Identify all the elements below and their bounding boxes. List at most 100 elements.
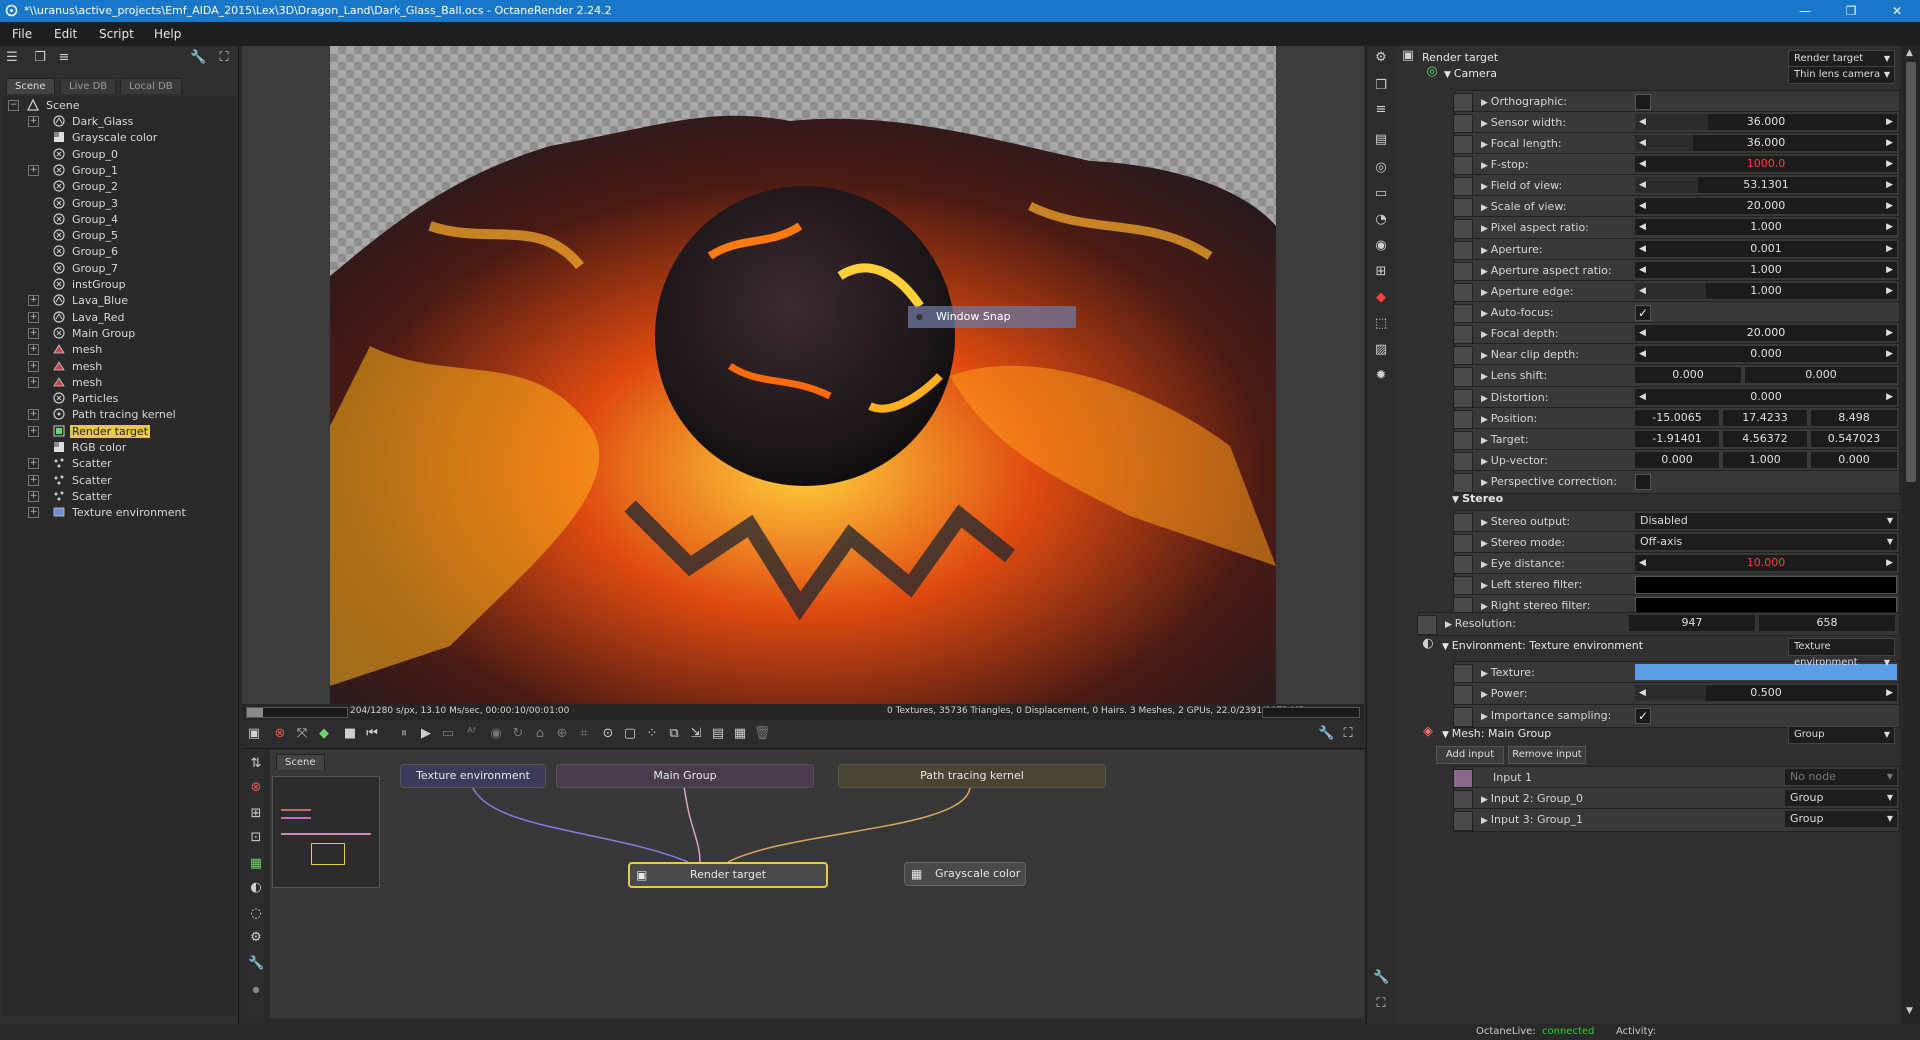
- arrow-right-icon[interactable]: ▶: [1886, 135, 1893, 151]
- mesh-type-dropdown[interactable]: Group ▼: [1788, 726, 1895, 744]
- screen-icon[interactable]: ▭: [440, 726, 456, 742]
- focal-length-pin-icon[interactable]: [1453, 135, 1473, 155]
- arrow-right-icon[interactable]: ▶: [1886, 198, 1893, 214]
- expand-toggle-icon[interactable]: +: [28, 376, 39, 388]
- fstop-pin-icon[interactable]: [1453, 156, 1473, 176]
- perspective-checkbox[interactable]: [1635, 474, 1651, 490]
- arrow-right-icon[interactable]: ▶: [1886, 262, 1893, 278]
- dots-icon[interactable]: ⁘: [644, 726, 660, 742]
- pause-icon[interactable]: ⏸: [396, 726, 412, 742]
- eye-distance-pin-icon[interactable]: [1453, 555, 1473, 575]
- focal-depth-pin-icon[interactable]: [1453, 325, 1473, 345]
- arrange-icon[interactable]: ⇅: [248, 756, 264, 772]
- arrow-right-icon[interactable]: ▶: [1886, 555, 1893, 571]
- monitor-icon[interactable]: ▭: [1373, 186, 1389, 202]
- environment-type-dropdown[interactable]: Texture environment ▼: [1788, 638, 1895, 668]
- maximize-button[interactable]: ❐: [1828, 0, 1874, 22]
- lens-shift-x-field[interactable]: 0.000: [1635, 367, 1741, 383]
- pixel-aspect-pin-icon[interactable]: [1453, 219, 1473, 239]
- zoom-icon[interactable]: ⊙: [600, 726, 616, 742]
- delete-node-icon[interactable]: ⊗: [248, 780, 264, 796]
- arrow-right-icon[interactable]: ▶: [1886, 177, 1893, 193]
- zoom-region-icon[interactable]: ⤧: [294, 726, 310, 742]
- orthographic-pin-icon[interactable]: [1453, 93, 1473, 113]
- render-viewport[interactable]: ● Window Snap: [242, 46, 1364, 704]
- autofocus-checkbox[interactable]: ✓: [1635, 305, 1651, 321]
- stereo-section-header[interactable]: ▼ Stereo: [1452, 492, 1503, 512]
- geometry-icon[interactable]: ◔: [1373, 212, 1389, 228]
- geometry-node-icon[interactable]: ◌: [248, 906, 264, 922]
- af-icon[interactable]: ᴬᶠ: [464, 726, 480, 742]
- export-icon[interactable]: ⇲: [688, 726, 704, 742]
- close-button[interactable]: ✕: [1874, 0, 1920, 22]
- wrench-icon[interactable]: 🔧: [1318, 726, 1334, 742]
- camera-section-header[interactable]: ▼ Camera: [1444, 67, 1497, 87]
- render-region-icon[interactable]: ⊗: [272, 726, 288, 742]
- eye-distance-slider[interactable]: ◀ 10.000 ▶: [1635, 555, 1897, 571]
- expand-toggle-icon[interactable]: +: [28, 425, 39, 437]
- aperture-edge-slider[interactable]: ◀ 1.000 ▶: [1635, 283, 1897, 299]
- expand-toggle-icon[interactable]: +: [28, 409, 39, 421]
- fit-icon[interactable]: ⊡: [248, 830, 264, 846]
- input2-dropdown[interactable]: Group ▼: [1785, 790, 1897, 806]
- aperture-aspect-slider[interactable]: ◀ 1.000 ▶: [1635, 262, 1897, 278]
- input3-dropdown[interactable]: Group ▼: [1785, 811, 1897, 827]
- aperture-pin-icon[interactable]: [1453, 241, 1473, 261]
- collapse-icon[interactable]: ≡: [1373, 102, 1389, 118]
- texture-node-icon[interactable]: ▦: [248, 856, 264, 872]
- fullscreen-icon[interactable]: ⛶: [216, 50, 232, 66]
- left-filter-pin-icon[interactable]: [1453, 576, 1473, 596]
- target-x-field[interactable]: -1.91401: [1635, 431, 1719, 447]
- aperture-aspect-pin-icon[interactable]: [1453, 262, 1473, 282]
- pixel-aspect-slider[interactable]: ◀ 1.000 ▶: [1635, 219, 1897, 235]
- target-pin-icon[interactable]: [1453, 431, 1473, 451]
- input2-pin-icon[interactable]: [1453, 790, 1473, 810]
- window-snap-tooltip[interactable]: ● Window Snap: [908, 306, 1076, 328]
- position-pin-icon[interactable]: [1453, 410, 1473, 430]
- tab-scene[interactable]: Scene: [6, 78, 55, 94]
- expand-toggle-icon[interactable]: +: [28, 327, 39, 339]
- expand-toggle-icon[interactable]: +: [28, 474, 39, 486]
- kernel-node-icon[interactable]: ⚙: [248, 930, 264, 946]
- list-view-icon[interactable]: ☰: [4, 50, 20, 66]
- add-input-button[interactable]: Add input: [1436, 746, 1504, 764]
- power-pin-icon[interactable]: [1453, 685, 1473, 705]
- restart-icon[interactable]: ⏮: [364, 726, 380, 742]
- scale-of-view-pin-icon[interactable]: [1453, 198, 1473, 218]
- importance-checkbox[interactable]: ✓: [1635, 708, 1651, 724]
- aperture-edge-pin-icon[interactable]: [1453, 283, 1473, 303]
- arrow-right-icon[interactable]: ▶: [1886, 283, 1893, 299]
- lens-shift-y-field[interactable]: 0.000: [1745, 367, 1897, 383]
- focal-length-slider[interactable]: ◀ 36.000 ▶: [1635, 135, 1897, 151]
- node-graph[interactable]: Scene Texture environment Main Group Pat…: [270, 750, 1364, 1018]
- expand-toggle-icon[interactable]: +: [28, 116, 39, 127]
- layers-icon[interactable]: ❐: [32, 50, 48, 66]
- cube-icon[interactable]: ◆: [316, 726, 332, 742]
- collapse-icon[interactable]: ≡: [56, 50, 72, 66]
- scroll-up-icon[interactable]: ▲: [1906, 48, 1913, 58]
- arrow-right-icon[interactable]: ▶: [1886, 114, 1893, 130]
- near-clip-pin-icon[interactable]: [1453, 346, 1473, 366]
- material-node-icon[interactable]: ◐: [248, 880, 264, 896]
- grid-icon[interactable]: ⊞: [1373, 264, 1389, 280]
- input3-pin-icon[interactable]: [1453, 811, 1473, 831]
- aperture-slider[interactable]: ◀ 0.001 ▶: [1635, 241, 1897, 257]
- focal-depth-slider[interactable]: ◀ 20.000 ▶: [1635, 325, 1897, 341]
- node-texture-environment[interactable]: Texture environment: [400, 764, 546, 788]
- frame-icon[interactable]: ▢: [622, 726, 638, 742]
- expand-toggle-icon[interactable]: +: [28, 458, 39, 470]
- picture-icon[interactable]: ▨: [1373, 342, 1389, 358]
- inspector-scrollbar[interactable]: ▲ ▼: [1902, 46, 1920, 1024]
- texture-pin-icon[interactable]: [1453, 664, 1473, 684]
- distortion-slider[interactable]: ◀ 0.000 ▶: [1635, 389, 1897, 405]
- up-vector-y-field[interactable]: 1.000: [1723, 452, 1807, 468]
- lens-shift-pin-icon[interactable]: [1453, 367, 1473, 387]
- fullscreen-icon[interactable]: ⛶: [1373, 996, 1389, 1012]
- node-main-group[interactable]: Main Group: [556, 764, 814, 788]
- arrow-right-icon[interactable]: ▶: [1886, 346, 1893, 362]
- arrow-right-icon[interactable]: ▶: [1886, 685, 1893, 701]
- menu-script[interactable]: Script: [99, 27, 134, 41]
- grid-icon[interactable]: ⊞: [248, 806, 264, 822]
- sensor-width-slider[interactable]: ◀ 36.000 ▶: [1635, 114, 1897, 130]
- tab-local-db[interactable]: Local DB: [120, 78, 182, 94]
